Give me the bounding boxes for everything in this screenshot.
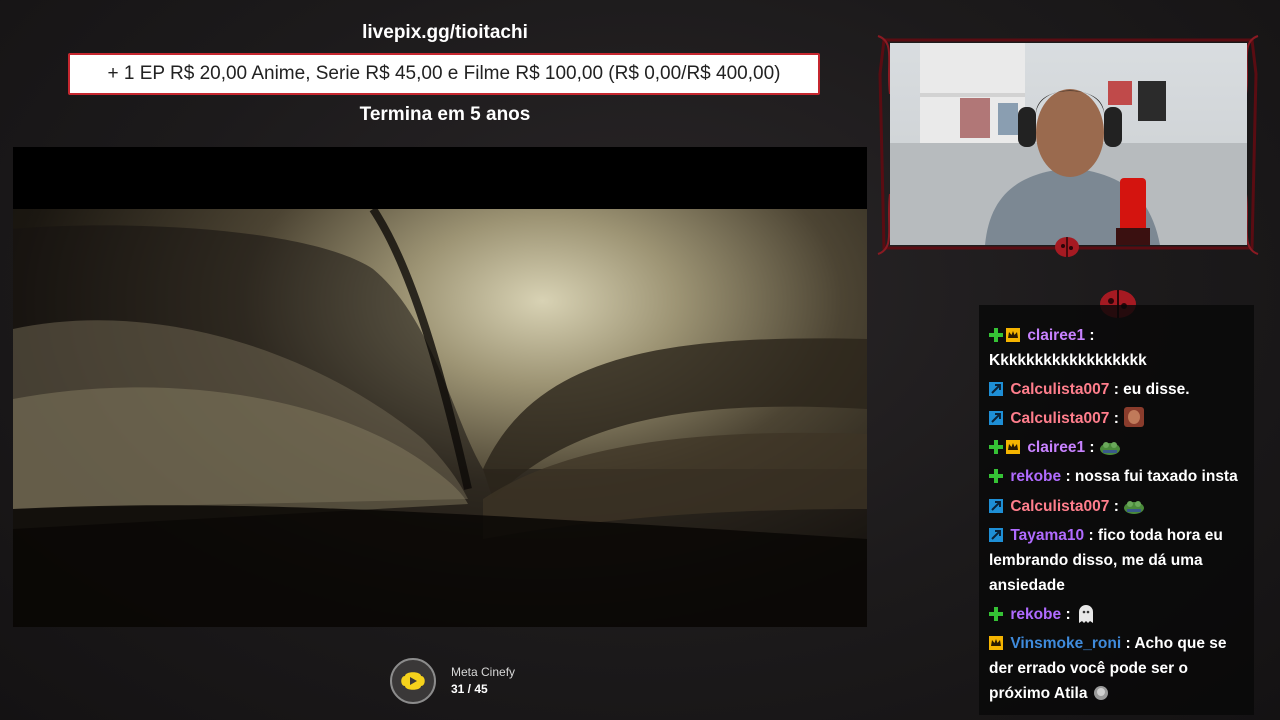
head-emote-icon	[1092, 684, 1114, 702]
chat-separator: :	[1109, 410, 1119, 427]
webcam-feed	[890, 43, 1247, 245]
chat-message: Calculista007 :	[989, 494, 1247, 519]
chat-text: nossa fui taxado insta	[1070, 468, 1238, 485]
donation-goal-box: + 1 EP R$ 20,00 Anime, Serie R$ 45,00 e …	[68, 53, 820, 95]
crown-badge-icon	[1006, 325, 1020, 342]
ghost-emote-icon	[1075, 603, 1097, 623]
chat-message: clairee1 : Kkkkkkkkkkkkkkkkkk	[989, 323, 1247, 373]
prime-badge-icon	[989, 408, 1003, 425]
goal-counter-value: 31 / 45	[451, 682, 488, 696]
chat-separator: :	[1109, 498, 1119, 515]
chat-separator: :	[1084, 527, 1094, 544]
chat-username[interactable]: rekobe	[1010, 606, 1061, 623]
chat-message: rekobe : nossa fui taxado insta	[989, 464, 1247, 489]
chat-message: clairee1 :	[989, 435, 1247, 460]
ladybug-icon	[1055, 237, 1079, 257]
chat-message: Calculista007 :	[989, 406, 1247, 431]
plus-badge-icon	[989, 437, 1003, 454]
chat-username[interactable]: Calculista007	[1010, 410, 1109, 427]
goal-counter: Meta Cinefy 31 / 45	[390, 658, 515, 704]
streamer-camera-image	[890, 43, 1247, 245]
prime-badge-icon	[989, 379, 1003, 396]
chat-separator: :	[1061, 468, 1071, 485]
chat-separator: :	[1085, 439, 1095, 456]
chat-username[interactable]: clairee1	[1027, 327, 1085, 344]
video-player[interactable]	[13, 147, 867, 627]
top-url: livepix.gg/tioitachi	[362, 22, 528, 43]
plus-badge-icon	[989, 466, 1003, 483]
book-pages-scene	[13, 209, 867, 627]
chat-text: eu disse.	[1118, 381, 1190, 398]
crown-badge-icon	[989, 633, 1003, 650]
video-frame	[13, 209, 867, 627]
goal-counter-label: Meta Cinefy	[451, 665, 516, 679]
face-emote-icon	[1123, 407, 1145, 427]
prime-badge-icon	[989, 525, 1003, 542]
chat-username[interactable]: Tayama10	[1010, 527, 1084, 544]
frog-emote-icon	[1099, 438, 1121, 456]
chat-username[interactable]: Calculista007	[1010, 498, 1109, 515]
chat-separator: :	[1121, 635, 1131, 652]
chat-message: Calculista007 : eu disse.	[989, 377, 1247, 402]
chat-username[interactable]: rekobe	[1010, 468, 1061, 485]
chat-message: Vinsmoke_roni : Acho que se der errado v…	[989, 631, 1247, 706]
donation-goal-text: + 1 EP R$ 20,00 Anime, Serie R$ 45,00 e …	[107, 63, 781, 84]
plus-badge-icon	[989, 604, 1003, 621]
cinefy-logo-icon	[390, 658, 436, 704]
chat-message: rekobe :	[989, 602, 1247, 627]
plus-badge-icon	[989, 325, 1003, 342]
goal-ends-text: Termina em 5 anos	[359, 104, 531, 125]
crown-badge-icon	[1006, 437, 1020, 454]
chat-separator: :	[1085, 327, 1095, 344]
frog-emote-icon	[1123, 497, 1145, 515]
chat-username[interactable]: clairee1	[1027, 439, 1085, 456]
chat-text: Kkkkkkkkkkkkkkkkkk	[989, 352, 1147, 369]
chat-separator: :	[1061, 606, 1071, 623]
chat-username[interactable]: Vinsmoke_roni	[1010, 635, 1121, 652]
chat-username[interactable]: Calculista007	[1010, 381, 1109, 398]
chat-separator: :	[1109, 381, 1119, 398]
chat-message: Tayama10 : fico toda hora eu lembrando d…	[989, 523, 1247, 598]
prime-badge-icon	[989, 496, 1003, 513]
